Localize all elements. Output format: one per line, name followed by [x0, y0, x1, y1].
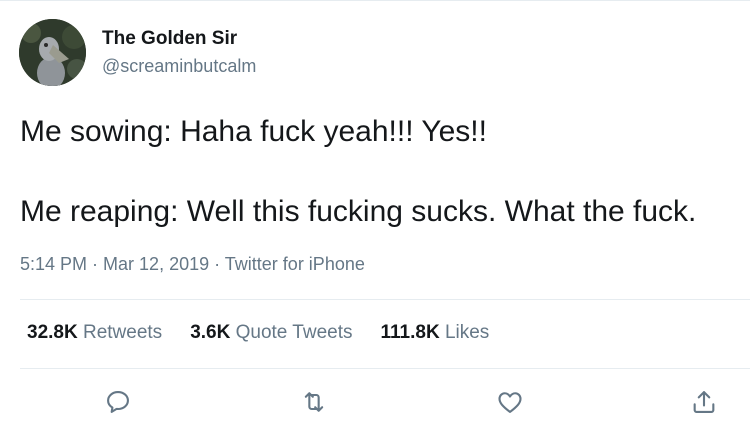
retweets-count: 32.8K — [27, 322, 78, 343]
tweet-text-line: Me sowing: Haha fuck yeah!!! Yes!! — [20, 115, 487, 148]
separator: · — [209, 254, 225, 274]
tweet-text-line: Me reaping: Well this fucking sucks. Wha… — [20, 195, 697, 228]
tweet-time[interactable]: 5:14 PM — [20, 254, 87, 274]
reply-button[interactable] — [104, 388, 132, 416]
likes-count: 111.8K — [380, 322, 440, 343]
quote-tweets-label: Quote Tweets — [230, 322, 353, 343]
share-button[interactable] — [690, 388, 718, 416]
engagement-stats: 32.8K Retweets 3.6K Quote Tweets 111.8K … — [27, 322, 517, 344]
author-name[interactable]: The Golden Sir — [102, 28, 237, 50]
quote-tweets-count: 3.6K — [190, 322, 231, 343]
tweet-date[interactable]: Mar 12, 2019 — [103, 254, 209, 274]
tweet-text: Me sowing: Haha fuck yeah!!! Yes!! Me re… — [20, 112, 735, 232]
like-icon — [498, 392, 522, 413]
tweet-source[interactable]: Twitter for iPhone — [225, 254, 365, 274]
author-handle[interactable]: @screaminbutcalm — [102, 56, 256, 77]
tweet-metadata: 5:14 PM · Mar 12, 2019 · Twitter for iPh… — [20, 254, 365, 275]
separator: · — [87, 254, 104, 274]
share-icon — [693, 391, 715, 413]
avatar[interactable] — [19, 19, 86, 86]
retweet-button[interactable] — [300, 388, 328, 416]
retweet-icon — [304, 392, 324, 412]
avatar-image — [19, 19, 86, 86]
retweets-stat[interactable]: 32.8K Retweets — [27, 322, 162, 344]
likes-label: Likes — [439, 322, 490, 343]
top-border — [0, 0, 750, 1]
tweet-actions — [0, 388, 750, 420]
reply-icon — [107, 391, 129, 413]
quote-tweets-stat[interactable]: 3.6K Quote Tweets — [190, 322, 352, 344]
divider — [20, 368, 750, 369]
like-button[interactable] — [496, 388, 524, 416]
divider — [20, 299, 750, 300]
retweets-label: Retweets — [77, 322, 163, 343]
likes-stat[interactable]: 111.8K Likes — [381, 322, 490, 344]
